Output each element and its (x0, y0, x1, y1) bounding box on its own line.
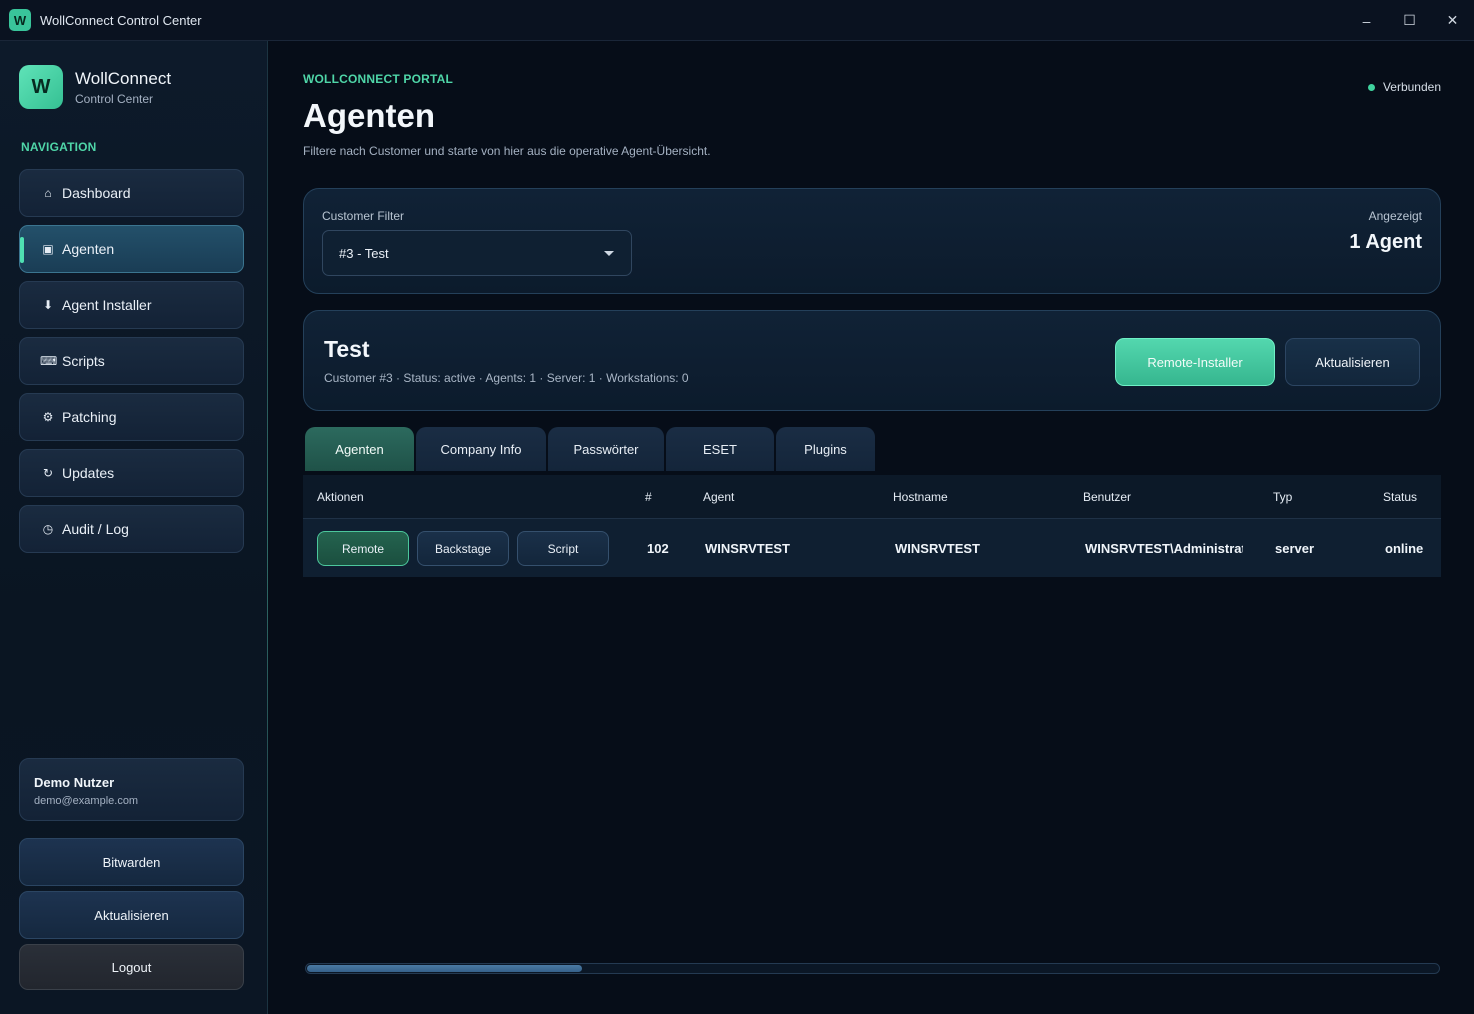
remote-button[interactable]: Remote (317, 531, 409, 566)
filter-card: Customer Filter #3 - Test Angezeigt 1 Ag… (303, 188, 1441, 294)
cell-hostname: WINSRVTEST (895, 541, 980, 556)
cell-agent: WINSRVTEST (705, 541, 790, 556)
window-title: WollConnect Control Center (40, 12, 202, 28)
sidebar-item-scripts[interactable]: ⌨ Scripts (19, 337, 244, 385)
sidebar: W WollConnect Control Center NAVIGATION … (0, 41, 268, 1014)
cell-id: 102 (647, 541, 669, 556)
column-header-user[interactable]: Benutzer (1083, 490, 1131, 504)
connection-status: Verbunden (1367, 80, 1441, 94)
brand-logo: W (19, 65, 63, 109)
customer-name: Test (324, 336, 370, 362)
user-card: Demo Nutzer demo@example.com (19, 758, 244, 821)
cell-type: server (1275, 541, 1315, 556)
column-header-actions[interactable]: Aktionen (317, 490, 364, 504)
minimize-icon[interactable]: – (1345, 0, 1388, 41)
tab-eset[interactable]: ESET (666, 427, 774, 471)
app-icon: W (9, 9, 31, 31)
agents-table: Aktionen # Agent Hostname Benutzer Typ S… (303, 475, 1441, 577)
shown-count-label: Angezeigt (1368, 209, 1422, 223)
user-email: demo@example.com (34, 795, 139, 807)
cell-status: online (1385, 541, 1424, 556)
customer-card: Test Customer #3 · Status: active · Agen… (303, 310, 1441, 411)
tab-plugins[interactable]: Plugins (776, 427, 875, 471)
table-row[interactable]: Remote Backstage Script 102 WINSRVTEST W… (303, 519, 1441, 577)
table-header: Aktionen # Agent Hostname Benutzer Typ S… (303, 475, 1441, 519)
close-icon[interactable]: ✕ (1431, 0, 1474, 41)
refresh-button[interactable]: Aktualisieren (1285, 338, 1420, 386)
column-header-status[interactable]: Status (1383, 490, 1417, 504)
gear-icon: ⚙ (42, 410, 54, 424)
sidebar-item-audit-log[interactable]: ◷ Audit / Log (19, 505, 244, 553)
cell-user: WINSRVTEST\Administrato (1085, 541, 1243, 556)
brand-name: WollConnect (75, 68, 172, 88)
customer-filter-select[interactable]: #3 - Test (322, 230, 632, 276)
agent-icon: ▣ (42, 242, 54, 256)
sidebar-item-label: Patching (62, 409, 117, 425)
brand-subtitle: Control Center (75, 91, 154, 106)
download-icon: ⬇ (42, 298, 54, 312)
portal-eyebrow: WOLLCONNECT PORTAL (303, 72, 454, 86)
sidebar-refresh-button[interactable]: Aktualisieren (19, 891, 244, 939)
maximize-icon[interactable]: ☐ (1388, 0, 1431, 41)
tab-company-info[interactable]: Company Info (416, 427, 546, 471)
bitwarden-button[interactable]: Bitwarden (19, 838, 244, 886)
sidebar-item-dashboard[interactable]: ⌂ Dashboard (19, 169, 244, 217)
sidebar-item-label: Scripts (62, 353, 105, 369)
remote-installer-button[interactable]: Remote-Installer (1115, 338, 1275, 386)
brand: W WollConnect Control Center (19, 65, 171, 109)
logout-button[interactable]: Logout (19, 944, 244, 990)
page-description: Filtere nach Customer und starte von hie… (303, 144, 711, 158)
scrollbar-thumb[interactable] (307, 965, 582, 972)
refresh-icon: ↻ (42, 466, 54, 480)
customer-meta: Customer #3 · Status: active · Agents: 1… (324, 371, 689, 385)
page-title: Agenten (303, 97, 435, 134)
clock-icon: ◷ (42, 522, 54, 536)
column-header-hostname[interactable]: Hostname (893, 490, 948, 504)
tab-bar: Agenten Company Info Passwörter ESET Plu… (305, 427, 877, 471)
nav-list: ⌂ Dashboard ▣ Agenten ⬇ Agent Installer … (19, 169, 244, 561)
sidebar-item-updates[interactable]: ↻ Updates (19, 449, 244, 497)
nav-heading: NAVIGATION (21, 140, 97, 154)
chevron-down-icon (604, 251, 614, 256)
sidebar-item-label: Audit / Log (62, 521, 129, 537)
sidebar-item-agenten[interactable]: ▣ Agenten (19, 225, 244, 273)
user-name: Demo Nutzer (34, 775, 115, 790)
sidebar-item-label: Agenten (62, 241, 115, 257)
tab-passwoerter[interactable]: Passwörter (548, 427, 664, 471)
script-button[interactable]: Script (517, 531, 609, 566)
sidebar-item-label: Updates (62, 465, 115, 481)
sidebar-item-agent-installer[interactable]: ⬇ Agent Installer (19, 281, 244, 329)
title-bar: W WollConnect Control Center – ☐ ✕ (0, 0, 1474, 41)
backstage-button[interactable]: Backstage (417, 531, 509, 566)
column-header-id[interactable]: # (645, 490, 652, 504)
customer-filter-label: Customer Filter (322, 209, 405, 223)
connection-label: Verbunden (1382, 80, 1441, 94)
sidebar-item-patching[interactable]: ⚙ Patching (19, 393, 244, 441)
column-header-agent[interactable]: Agent (703, 490, 734, 504)
window-controls: – ☐ ✕ (1345, 0, 1474, 41)
sidebar-item-label: Dashboard (62, 185, 131, 201)
shown-count-value: 1 Agent (1349, 231, 1422, 253)
keyboard-icon: ⌨ (40, 354, 58, 368)
horizontal-scrollbar[interactable] (305, 963, 1440, 974)
main-content: WOLLCONNECT PORTAL Agenten Filtere nach … (269, 41, 1474, 1014)
home-icon: ⌂ (44, 186, 52, 200)
sidebar-item-label: Agent Installer (62, 297, 152, 313)
customer-filter-value: #3 - Test (339, 245, 389, 261)
status-dot-icon (1367, 83, 1375, 91)
tab-agenten[interactable]: Agenten (305, 427, 414, 471)
column-header-type[interactable]: Typ (1273, 490, 1292, 504)
